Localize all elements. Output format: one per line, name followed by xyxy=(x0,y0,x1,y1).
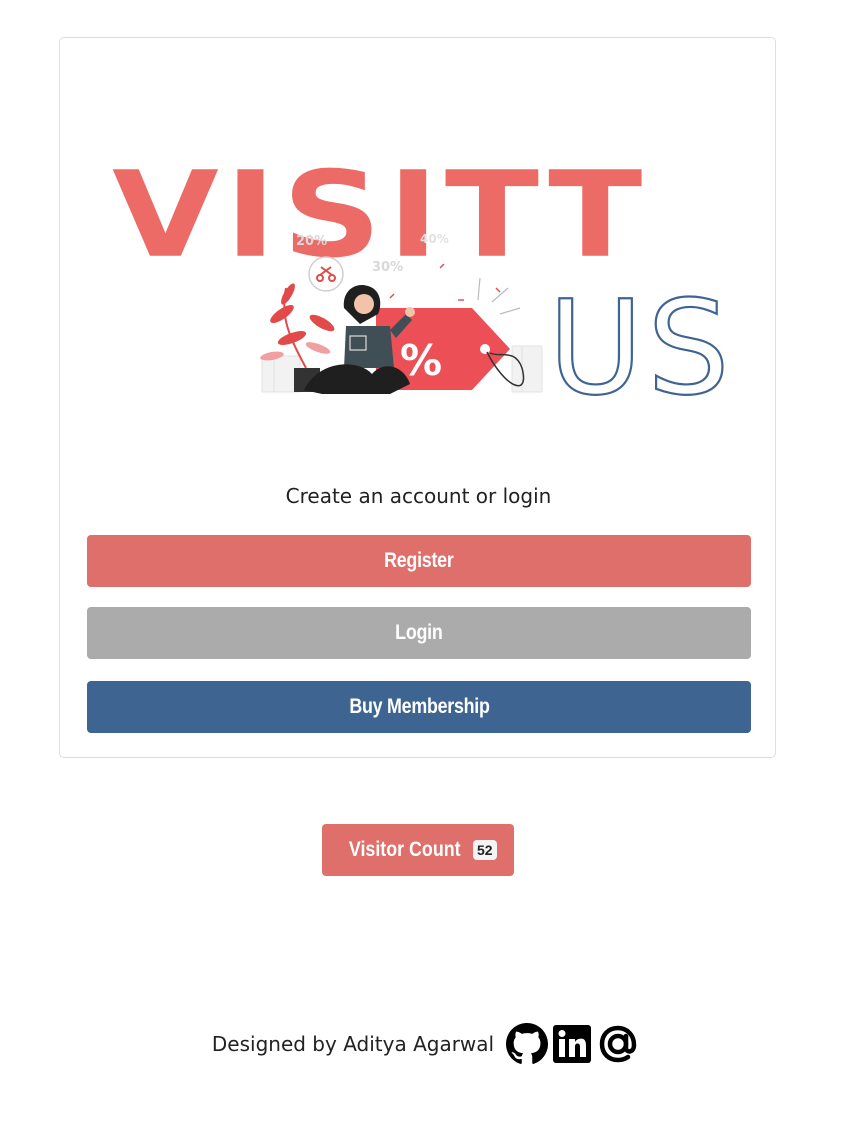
percent-label-30: 30% xyxy=(372,260,403,275)
login-button[interactable]: Login xyxy=(87,607,751,659)
email-link[interactable] xyxy=(596,1022,640,1066)
visitor-count-badge: 52 xyxy=(472,840,497,860)
buy-membership-button-label: Buy Membership xyxy=(348,695,490,718)
buy-membership-button[interactable]: Buy Membership xyxy=(87,681,751,733)
visitor-count-label: Visitor Count xyxy=(349,838,462,861)
register-button[interactable]: Register xyxy=(87,535,751,587)
linkedin-link[interactable] xyxy=(552,1024,592,1064)
percent-label-20: 20% xyxy=(296,234,327,249)
email-at-icon xyxy=(599,1025,637,1063)
footer: Designed by Aditya Agarwal xyxy=(0,1022,852,1066)
github-icon xyxy=(506,1023,549,1064)
linkedin-icon xyxy=(553,1025,592,1063)
login-button-label: Login xyxy=(395,621,443,644)
percent-label-40: 40% xyxy=(420,232,449,246)
scissors-bubble-icon xyxy=(308,256,344,292)
sparkle-decoration xyxy=(389,263,501,301)
visitor-count-button[interactable]: Visitor Count 52 xyxy=(322,824,514,876)
visitt-us-logo: VISITT 20% 30% 40% % US xyxy=(60,38,777,478)
designer-credit: Designed by Aditya Agarwal xyxy=(211,1032,495,1056)
auth-tagline: Create an account or login xyxy=(285,484,552,508)
logo-wordmark-us: US xyxy=(548,272,734,424)
register-button-label: Register xyxy=(384,549,454,572)
ray-decoration xyxy=(477,277,521,315)
auth-card: VISITT 20% 30% 40% % US Create an accoun… xyxy=(59,37,776,758)
logo-illustration: 20% 30% 40% % US xyxy=(260,232,734,425)
github-link[interactable] xyxy=(506,1023,549,1065)
